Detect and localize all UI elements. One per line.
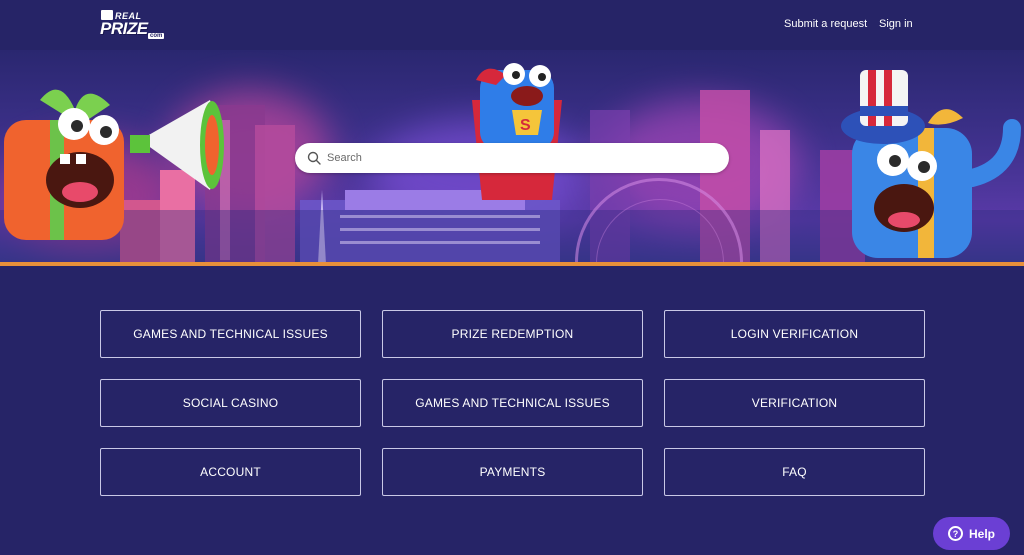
help-label: Help xyxy=(968,526,995,541)
blue-superhero-mascot-illustration: S xyxy=(472,63,562,200)
help-center-page: S REAL PRIZE com Submit a request Sign i… xyxy=(0,0,1024,555)
search-icon xyxy=(307,151,321,165)
category-faq[interactable]: FAQ xyxy=(664,448,925,496)
category-login-verification[interactable]: LOGIN VERIFICATION xyxy=(664,310,925,358)
category-payments[interactable]: PAYMENTS xyxy=(382,448,643,496)
category-social-casino[interactable]: SOCIAL CASINO xyxy=(100,379,361,427)
help-button[interactable]: ? Help xyxy=(933,517,1010,550)
sign-in-link[interactable]: Sign in xyxy=(879,18,913,30)
category-account[interactable]: ACCOUNT xyxy=(100,448,361,496)
blue-patriotic-mascot-illustration xyxy=(841,70,1021,258)
search-bar[interactable] xyxy=(295,143,729,173)
category-games-and-technical-issues[interactable]: GAMES AND TECHNICAL ISSUES xyxy=(100,310,361,358)
logo-wordmark-suffix: com xyxy=(148,33,165,39)
category-prize-redemption[interactable]: PRIZE REDEMPTION xyxy=(382,310,643,358)
question-icon: ? xyxy=(947,526,963,541)
site-header: REAL PRIZE com Submit a request Sign in xyxy=(0,0,1024,50)
orange-mascot-megaphone-illustration xyxy=(4,89,224,240)
real-prize-logo[interactable]: REAL PRIZE com xyxy=(98,9,165,41)
search-input[interactable] xyxy=(327,146,707,170)
logo-wordmark: PRIZE xyxy=(100,19,148,38)
category-verification[interactable]: VERIFICATION xyxy=(664,379,925,427)
category-games-and-technical-issues-2[interactable]: GAMES AND TECHNICAL ISSUES xyxy=(382,379,643,427)
svg-text:S: S xyxy=(520,117,531,134)
submit-request-link[interactable]: Submit a request xyxy=(784,18,867,30)
